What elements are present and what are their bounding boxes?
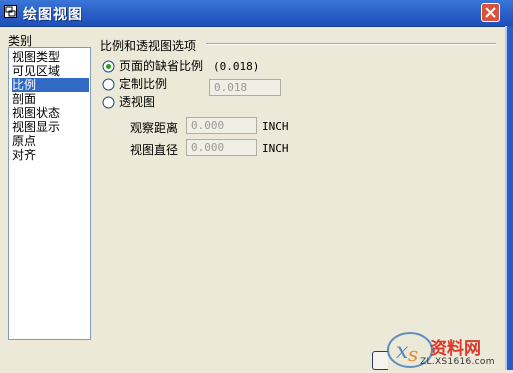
- category-item-view-display[interactable]: 视图显示: [12, 120, 89, 134]
- scale-group-label: 比例和透视图选项: [100, 39, 197, 53]
- radio-unchecked-icon: [102, 78, 115, 91]
- view-diameter-input[interactable]: 0.000: [186, 139, 257, 156]
- radio-unchecked-icon: [102, 96, 115, 109]
- category-item-origin[interactable]: 原点: [12, 134, 89, 148]
- category-list[interactable]: 视图类型 可见区域 比例 剖面 视图状态 视图显示 原点 对齐: [8, 47, 91, 340]
- close-icon: [485, 7, 496, 18]
- radio-label: 透视图: [119, 95, 156, 109]
- svg-text:s: s: [408, 342, 418, 366]
- category-item-view-state[interactable]: 视图状态: [12, 106, 89, 120]
- default-scale-value: (0.018): [213, 60, 260, 73]
- window-frame-highlight: [505, 26, 507, 370]
- view-distance-unit: INCH: [262, 120, 289, 133]
- watermark-url: ZL.XS1616.com: [420, 357, 495, 367]
- radio-label: 页面的缺省比例: [119, 59, 204, 73]
- view-distance-input[interactable]: 0.000: [186, 117, 257, 134]
- watermark-brand: 资料网: [430, 339, 481, 359]
- close-button[interactable]: [481, 3, 500, 22]
- category-item-section[interactable]: 剖面: [12, 92, 89, 106]
- category-item-alignment[interactable]: 对齐: [12, 148, 89, 162]
- window-icon: [4, 5, 17, 18]
- window-title: 绘图视图: [23, 7, 83, 23]
- title-bar[interactable]: 绘图视图: [0, 0, 513, 27]
- custom-scale-input[interactable]: 0.018: [209, 79, 281, 96]
- view-diameter-label: 视图直径: [130, 143, 179, 157]
- category-item-view-type[interactable]: 视图类型: [12, 50, 89, 64]
- view-distance-label: 观察距离: [130, 121, 179, 135]
- radio-label: 定制比例: [119, 77, 168, 91]
- group-divider: [206, 43, 496, 45]
- watermark-logo: x s 资料网 ZL.XS1616.com: [384, 326, 505, 370]
- category-item-scale[interactable]: 比例: [12, 78, 89, 92]
- view-diameter-unit: INCH: [262, 142, 289, 155]
- category-item-visible-area[interactable]: 可见区域: [12, 64, 89, 78]
- radio-checked-icon: [102, 60, 115, 73]
